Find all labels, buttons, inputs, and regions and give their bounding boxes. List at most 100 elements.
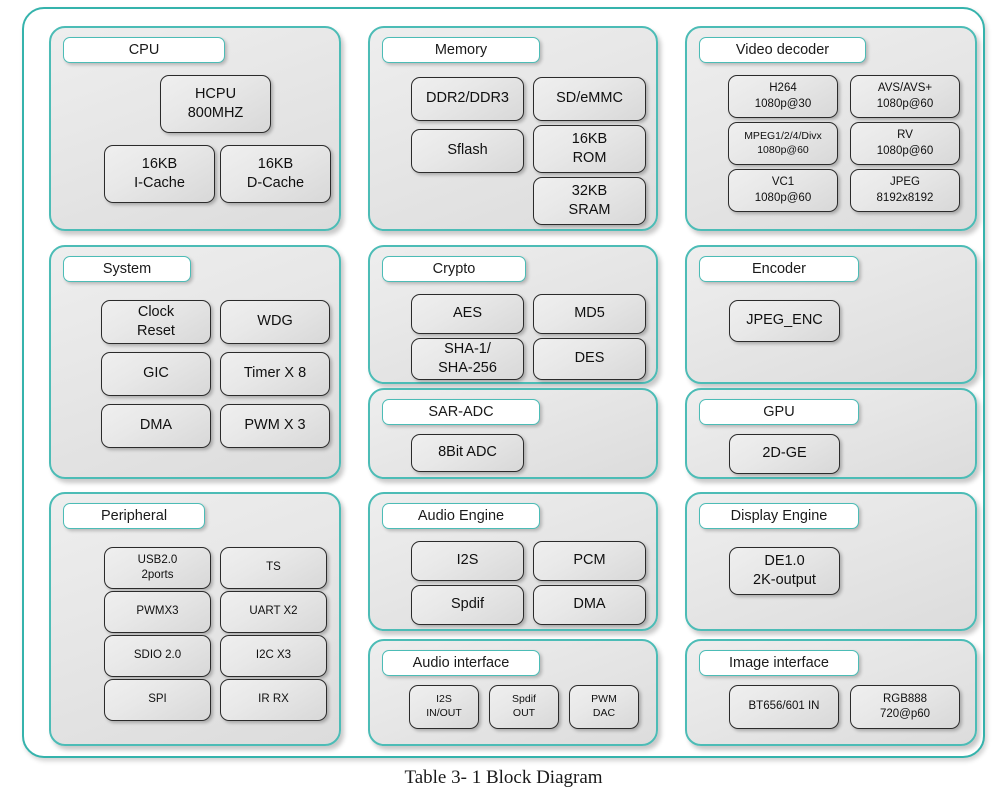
block-ir-rx: IR RX [220,679,327,721]
block-line1: AES [452,305,482,322]
block-pwmx3: PWMX3 [104,591,211,633]
block-line2: IN/OUT [426,707,462,719]
block-des: DES [533,338,646,380]
block-line2: 1080p@30 [754,97,812,110]
panel-title-crypto: Crypto [382,256,526,282]
block-line2: 2K-output [753,572,816,588]
block-sflash: Sflash [411,129,524,173]
block-line1: SHA-1/ [444,340,491,357]
block-line2: OUT [512,707,536,719]
block-vc1: VC1 1080p@60 [728,169,838,212]
block-line1: RGB888 [882,692,928,705]
panel-gpu: GPU 2D-GE [685,388,977,479]
block-avs: AVS/AVS+ 1080p@60 [850,75,960,118]
panel-sar-adc: SAR-ADC 8Bit ADC [368,388,658,479]
block-line2: 720@p60 [879,708,931,720]
block-line1: 2D-GE [762,445,807,462]
block-line2: Reset [137,323,175,339]
panel-title-display-engine: Display Engine [699,503,859,529]
panel-audio-engine: Audio Engine I2S PCM Spdif DMA [368,492,658,631]
block-line2: 1080p@60 [757,143,809,156]
soc-block-diagram-frame: CPU HCPU 800MHZ 16KB I-Cache 16KB D-Cach… [22,7,985,758]
panel-title-audio-interface: Audio interface [382,650,540,676]
block-line1: DMA [139,417,173,434]
block-line1: BT656/601 IN [748,700,820,713]
block-de1-0: DE1.0 2K-output [729,547,840,595]
block-line2: SHA-256 [438,360,497,376]
block-sha: SHA-1/ SHA-256 [411,338,524,380]
block-pwm-dac: PWM DAC [569,685,639,729]
block-uart-x2: UART X2 [220,591,327,633]
block-line2: 800MHZ [187,105,244,121]
block-rom: 16KB ROM [533,125,646,173]
block-d-cache: 16KB D-Cache [220,145,331,203]
block-line2: D-Cache [246,175,305,191]
block-rv: RV 1080p@60 [850,122,960,165]
block-sram: 32KB SRAM [533,177,646,225]
block-line1: VC1 [771,176,795,189]
block-2d-ge: 2D-GE [729,434,840,474]
panel-title-memory: Memory [382,37,540,63]
block-line1: PWM X 3 [244,417,306,434]
block-h264: H264 1080p@30 [728,75,838,118]
block-line1: I2C X3 [255,649,292,662]
block-wdg: WDG [220,300,330,344]
panel-title-peripheral: Peripheral [63,503,205,529]
block-line1: JPEG [889,176,921,189]
block-sd-emmc: SD/eMMC [533,77,646,121]
block-line1: H264 [769,82,797,95]
block-line1: 32KB [571,182,608,199]
block-line1: 16KB [571,130,608,147]
block-i-cache: 16KB I-Cache [104,145,215,203]
block-line1: DE1.0 [764,552,805,569]
block-bt656: BT656/601 IN [729,685,839,729]
panel-encoder: Encoder JPEG_ENC [685,245,977,384]
block-line2: 8192x8192 [876,191,934,204]
panel-title-audio-engine: Audio Engine [382,503,540,529]
panel-title-system: System [63,256,191,282]
panel-image-interface: Image interface BT656/601 IN RGB888 720@… [685,639,977,746]
block-line1: SPI [148,693,167,706]
panel-memory: Memory DDR2/DDR3 SD/eMMC Sflash 16KB ROM… [368,26,658,231]
block-i2s-inout: I2S IN/OUT [409,685,479,729]
panel-title-sar-adc: SAR-ADC [382,399,540,425]
block-md5: MD5 [533,294,646,334]
panel-crypto: Crypto AES MD5 SHA-1/ SHA-256 DES [368,245,658,384]
block-8bit-adc: 8Bit ADC [411,434,524,472]
block-jpeg: JPEG 8192x8192 [850,169,960,212]
block-ddr: DDR2/DDR3 [411,77,524,121]
block-line2: DAC [592,707,616,719]
block-line1: HCPU [194,85,237,102]
block-sdio: SDIO 2.0 [104,635,211,677]
block-gic: GIC [101,352,211,396]
block-line1: MPEG1/2/4/Divx [744,129,822,142]
block-line1: 16KB [141,155,178,172]
panel-video-decoder: Video decoder H264 1080p@30 AVS/AVS+ 108… [685,26,977,231]
panel-title-encoder: Encoder [699,256,859,282]
block-line1: UART X2 [249,605,298,618]
block-spdif-out: Spdif OUT [489,685,559,729]
panel-title-video-decoder: Video decoder [699,37,866,63]
block-dma-system: DMA [101,404,211,448]
block-mpeg: MPEG1/2/4/Divx 1080p@60 [728,122,838,165]
block-line1: Spdif [450,596,485,613]
block-line1: TS [266,561,281,574]
block-line1: Spdif [512,693,536,706]
panel-title-gpu: GPU [699,399,859,425]
block-line1: DES [574,350,605,367]
block-line1: JPEG_ENC [746,312,823,329]
block-line1: Sflash [447,142,488,159]
block-usb2: USB2.0 2ports [104,547,211,589]
block-jpeg-enc: JPEG_ENC [729,300,840,342]
figure-caption: Table 3- 1 Block Diagram [404,767,603,788]
block-line1: PCM [573,552,606,569]
block-line2: 2ports [141,569,174,581]
block-dma-audio: DMA [533,585,646,625]
block-line2: 1080p@60 [754,191,812,204]
block-line1: DDR2/DDR3 [426,90,509,107]
block-i2s: I2S [411,541,524,581]
block-line1: RV [897,129,913,142]
block-rgb888: RGB888 720@p60 [850,685,960,729]
panel-title-cpu: CPU [63,37,225,63]
block-line1: WDG [257,313,293,330]
